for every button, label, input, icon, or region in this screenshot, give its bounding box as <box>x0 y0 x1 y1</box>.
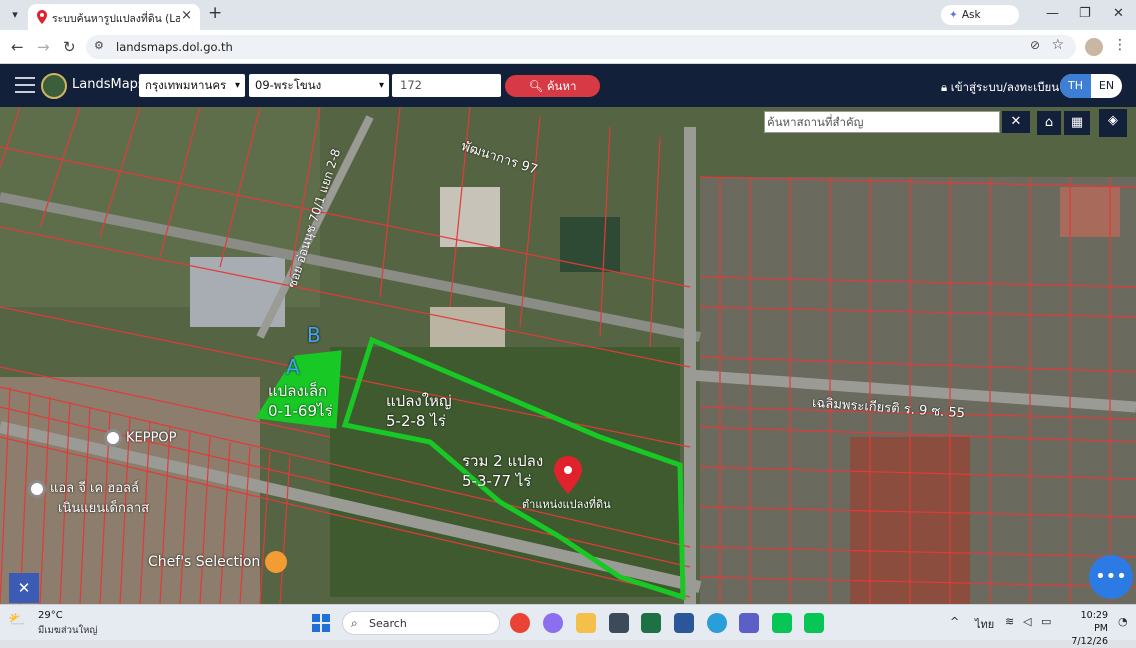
large-plot-area: 5-2-8 ไร่ <box>386 412 446 430</box>
marker-b: B <box>307 323 321 347</box>
profile-avatar[interactable] <box>1085 38 1103 56</box>
poi-market[interactable]: แอล จี เค ฮอลล์ <box>28 477 139 498</box>
poi-icon <box>28 479 46 498</box>
hamburger-menu-icon[interactable] <box>15 77 35 93</box>
tab-search-button[interactable]: ▾ <box>6 6 24 24</box>
browser-menu-icon[interactable]: ⋮ <box>1113 37 1127 53</box>
url-field[interactable]: ⚙ landsmaps.dol.go.th ⊘ ☆ <box>86 35 1076 59</box>
province-value: กรุงเทพมหานคร <box>145 78 227 92</box>
browser-tab-bar: ▾ ระบบค้นหารูปแปลงที่ดิน (LandsMaps) × +… <box>0 0 1136 41</box>
chrome-icon[interactable] <box>510 613 530 633</box>
weather-desc: มีเมฆส่วนใหญ่ <box>38 625 98 636</box>
eye-off-icon[interactable]: ⊘ <box>1030 38 1040 52</box>
excel-icon[interactable] <box>641 613 661 633</box>
pin-label: ตำแหน่งแปลงที่ดิน <box>522 498 611 511</box>
marker-a: A <box>286 355 300 379</box>
restore-icon[interactable]: ❐ <box>1079 6 1091 21</box>
lang-en-button[interactable]: EN <box>1091 74 1122 98</box>
clock-date: 7/12/26 <box>1071 636 1108 647</box>
app-header: LandsMaps กรุงเทพมหานคร ▾ 09-พระโขนง ▾ 172… <box>0 64 1136 107</box>
lock-icon: 🔒︎ <box>941 80 948 94</box>
browser-tab[interactable]: ระบบค้นหารูปแปลงที่ดิน (LandsMaps) × <box>28 4 200 30</box>
small-plot-area: 0-1-69ไร่ <box>268 402 333 420</box>
layers-icon[interactable]: ◈ <box>1099 109 1127 137</box>
word-icon[interactable] <box>674 613 694 633</box>
poi-label: แอล จี เค ฮอลล์ <box>50 481 139 496</box>
brand-name: LandsMaps <box>72 77 145 92</box>
window-close-icon[interactable]: ✕ <box>1113 6 1124 21</box>
speaker-icon[interactable]: ◁ <box>1023 615 1031 628</box>
restaurant-icon <box>264 551 287 573</box>
home-icon[interactable]: ⌂ <box>1037 111 1061 135</box>
district-select[interactable]: 09-พระโขนง ▾ <box>249 74 389 97</box>
camera-icon[interactable] <box>609 613 629 633</box>
minimize-icon[interactable]: — <box>1046 6 1059 21</box>
gemini-sparkle-icon: ✦ <box>949 9 958 21</box>
grid-icon[interactable]: ▦ <box>1064 111 1090 135</box>
total-title: รวม 2 แปลง <box>462 452 544 470</box>
taskbar-search-label: Search <box>369 617 407 630</box>
line-icon[interactable] <box>772 613 792 633</box>
poi-market-2: เนินแยนเด็กลาส <box>58 501 150 516</box>
more-options-icon[interactable]: ••• <box>1089 555 1133 599</box>
lang-th-button[interactable]: TH <box>1060 74 1091 98</box>
taskbar-search-input[interactable]: ⌕ Search <box>342 611 500 635</box>
login-link[interactable]: 🔒︎ เข้าสู่ระบบ/ลงทะเบียน <box>941 79 1059 97</box>
search-icon: ⌕ <box>351 616 358 630</box>
chevron-up-icon[interactable]: ^ <box>950 615 959 628</box>
site-info-icon[interactable]: ⚙ <box>94 39 104 52</box>
bookmark-star-icon[interactable]: ☆ <box>1051 37 1064 53</box>
landsmaps-logo <box>41 73 67 99</box>
reload-icon[interactable]: ↻ <box>63 38 76 56</box>
weather-temp: 29°C <box>38 610 63 621</box>
battery-icon[interactable]: ▭ <box>1041 615 1051 628</box>
language-indicator[interactable]: ไทย <box>975 615 994 633</box>
back-icon[interactable]: ← <box>11 38 24 56</box>
forward-icon[interactable]: → <box>37 38 50 56</box>
district-value: 09-พระโขนง <box>255 78 322 92</box>
chevron-down-icon: ▾ <box>234 80 240 91</box>
copilot-icon[interactable] <box>543 613 563 633</box>
tab-title: ระบบค้นหารูปแปลงที่ดิน (LandsMaps) <box>52 13 180 25</box>
chevron-down-icon: ▾ <box>378 80 384 91</box>
search-icon: 🔍︎ <box>528 79 544 93</box>
new-tab-button[interactable]: + <box>208 3 222 23</box>
place-clear-icon[interactable]: ✕ <box>1002 111 1030 133</box>
map-pin-favicon-icon <box>37 10 47 24</box>
province-select[interactable]: กรุงเทพมหานคร ▾ <box>139 74 245 97</box>
windows-start-icon[interactable] <box>312 614 330 632</box>
url-text: landsmaps.dol.go.th <box>116 40 233 54</box>
poi-chefs-selection[interactable]: Chef's Selection <box>148 551 287 573</box>
windows-taskbar: ⛅ 29°C มีเมฆส่วนใหญ่ ⌕ Search ^ ไทย ≋ ◁ … <box>0 604 1136 647</box>
notification-bell-icon[interactable]: ◔ <box>1118 615 1128 628</box>
clock-time: 10:29 PM <box>1080 610 1108 634</box>
tab-close-icon[interactable]: × <box>181 8 192 23</box>
satellite-map <box>0 107 1136 604</box>
ask-gemini-button[interactable]: ✦Ask Gemini <box>941 5 1019 41</box>
teams-icon[interactable] <box>739 613 759 633</box>
poi-label: Chef's Selection <box>148 554 261 570</box>
total-area: 5-3-77 ไร่ <box>462 472 532 490</box>
large-plot-title: แปลงใหญ่ <box>386 392 452 410</box>
place-search-input[interactable]: ค้นหาสถานที่สำคัญ <box>764 111 1000 133</box>
edge-icon[interactable] <box>707 613 727 633</box>
poi-keppop[interactable]: KEPPOP <box>104 429 177 447</box>
cloud-icon: ⛅ <box>8 612 26 628</box>
file-explorer-icon[interactable] <box>576 613 596 633</box>
address-bar-row: ← → ↻ ⚙ landsmaps.dol.go.th ⊘ ☆ ⋮ <box>0 30 1136 64</box>
system-clock[interactable]: 10:29 PM 7/12/26 <box>1064 609 1108 648</box>
parcel-number-input[interactable]: 172 <box>392 74 501 97</box>
search-button[interactable]: 🔍︎ ค้นหา <box>505 75 600 97</box>
search-button-label: ค้นหา <box>546 79 577 93</box>
small-plot-title: แปลงเล็ก <box>268 382 328 400</box>
wifi-icon[interactable]: ≋ <box>1005 615 1014 628</box>
measure-tool-icon[interactable]: ✕ <box>9 573 39 603</box>
login-label: เข้าสู่ระบบ/ลงทะเบียน <box>950 80 1060 94</box>
line-icon[interactable] <box>804 613 824 633</box>
poi-label: KEPPOP <box>126 430 177 446</box>
poi-icon <box>104 429 122 447</box>
map-canvas[interactable]: พัฒนาการ 97 ซอย อ่อนนุช 70/1 แยก 2-8 เฉล… <box>0 107 1136 604</box>
language-toggle: TH EN <box>1060 74 1122 98</box>
